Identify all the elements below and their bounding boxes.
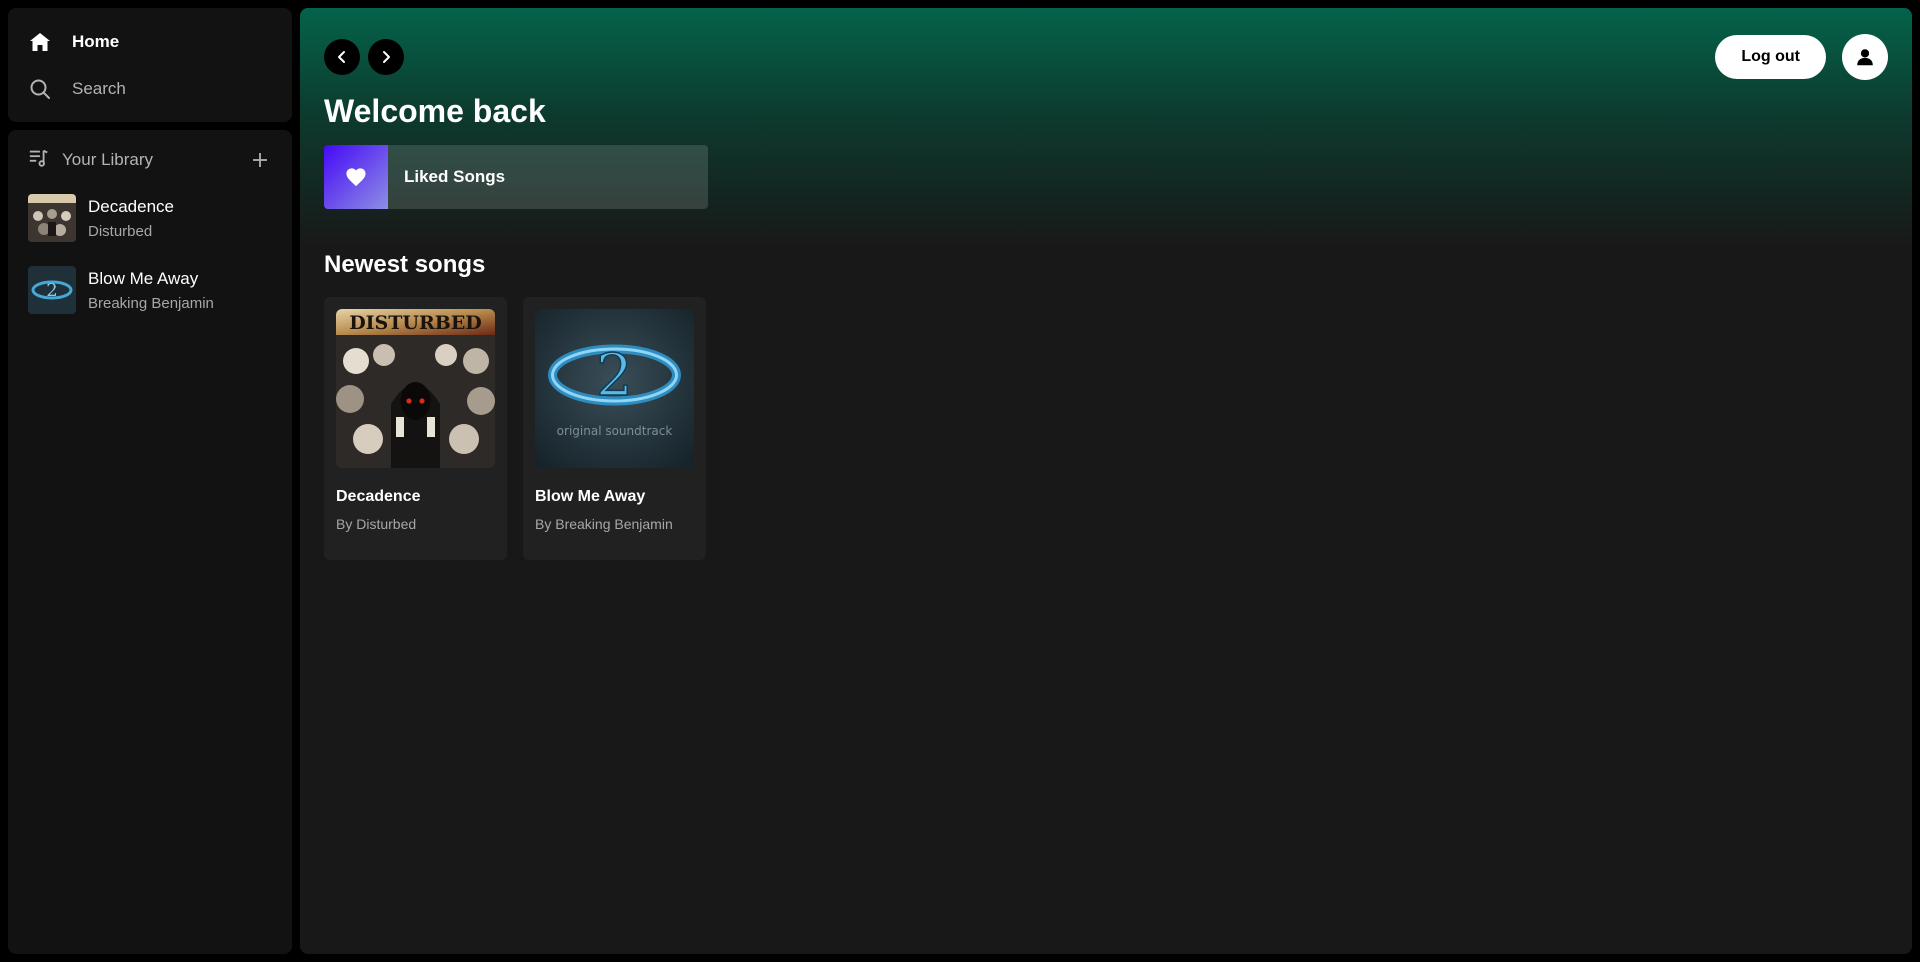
library-item-title: Blow Me Away bbox=[88, 268, 199, 288]
album-cover-disturbed bbox=[28, 194, 76, 242]
song-cards: DISTURBED Decadence By Disturbed 2 origi… bbox=[324, 297, 706, 560]
library-item-artist: Disturbed bbox=[88, 222, 153, 240]
history-controls bbox=[324, 39, 404, 75]
album-cover-halo: 2 bbox=[28, 266, 76, 314]
album-cover-halo: 2 original soundtrack bbox=[535, 309, 694, 468]
nav-search[interactable]: Search bbox=[28, 73, 272, 104]
library-item-title: Decadence bbox=[88, 196, 175, 216]
library-icon bbox=[28, 147, 50, 174]
liked-songs-tile[interactable]: Liked Songs bbox=[324, 145, 708, 209]
nav-box: Home Search bbox=[8, 8, 292, 122]
nav-search-label: Search bbox=[72, 78, 126, 98]
library-item[interactable]: Decadence Disturbed bbox=[28, 190, 272, 246]
logout-button[interactable]: Log out bbox=[1715, 35, 1826, 79]
account-controls: Log out bbox=[1715, 34, 1888, 80]
cover-text: original soundtrack bbox=[557, 424, 673, 438]
plus-icon bbox=[253, 153, 267, 167]
nav-home[interactable]: Home bbox=[28, 26, 272, 57]
album-cover-disturbed: DISTURBED bbox=[336, 309, 495, 468]
search-icon bbox=[28, 77, 52, 101]
liked-songs-art bbox=[324, 145, 388, 209]
cover-text: DISTURBED bbox=[349, 312, 482, 334]
library-title: Your Library bbox=[62, 150, 154, 169]
song-card[interactable]: DISTURBED Decadence By Disturbed bbox=[324, 297, 507, 560]
liked-songs-label: Liked Songs bbox=[404, 167, 506, 186]
song-card[interactable]: 2 original soundtrack Blow Me Away By Br… bbox=[523, 297, 706, 560]
section-title: Newest songs bbox=[324, 251, 486, 278]
song-card-subtitle: By Disturbed bbox=[336, 516, 417, 532]
topbar: Log out bbox=[324, 34, 1888, 80]
chevron-right-icon bbox=[383, 51, 390, 63]
song-card-title: Decadence bbox=[336, 488, 421, 505]
user-icon bbox=[1857, 49, 1873, 66]
forward-button[interactable] bbox=[368, 39, 404, 75]
library-panel: Your Library Decadence Disturbed 2 Blow … bbox=[8, 130, 292, 954]
add-playlist-button[interactable] bbox=[248, 148, 272, 172]
page-title: Welcome back bbox=[324, 93, 546, 129]
user-profile-button[interactable] bbox=[1842, 34, 1888, 80]
library-header: Your Library bbox=[28, 146, 272, 174]
nav-home-label: Home bbox=[72, 31, 120, 51]
song-card-subtitle: By Breaking Benjamin bbox=[535, 516, 673, 532]
library-item[interactable]: 2 Blow Me Away Breaking Benjamin bbox=[28, 262, 272, 318]
svg-text:2: 2 bbox=[596, 341, 633, 409]
chevron-left-icon bbox=[338, 51, 345, 63]
sidebar: Home Search Your Library Decadence Distu… bbox=[8, 8, 292, 954]
library-title-button[interactable]: Your Library bbox=[28, 147, 153, 174]
home-icon bbox=[28, 30, 52, 54]
library-item-artist: Breaking Benjamin bbox=[88, 294, 214, 312]
library-item-meta: Decadence Disturbed bbox=[88, 197, 174, 240]
main-panel: Log out Welcome back Liked Songs Newest … bbox=[300, 8, 1912, 954]
svg-text:2: 2 bbox=[46, 280, 57, 301]
heart-icon bbox=[346, 168, 366, 187]
library-item-meta: Blow Me Away Breaking Benjamin bbox=[88, 269, 214, 312]
song-card-title: Blow Me Away bbox=[535, 488, 646, 505]
back-button[interactable] bbox=[324, 39, 360, 75]
